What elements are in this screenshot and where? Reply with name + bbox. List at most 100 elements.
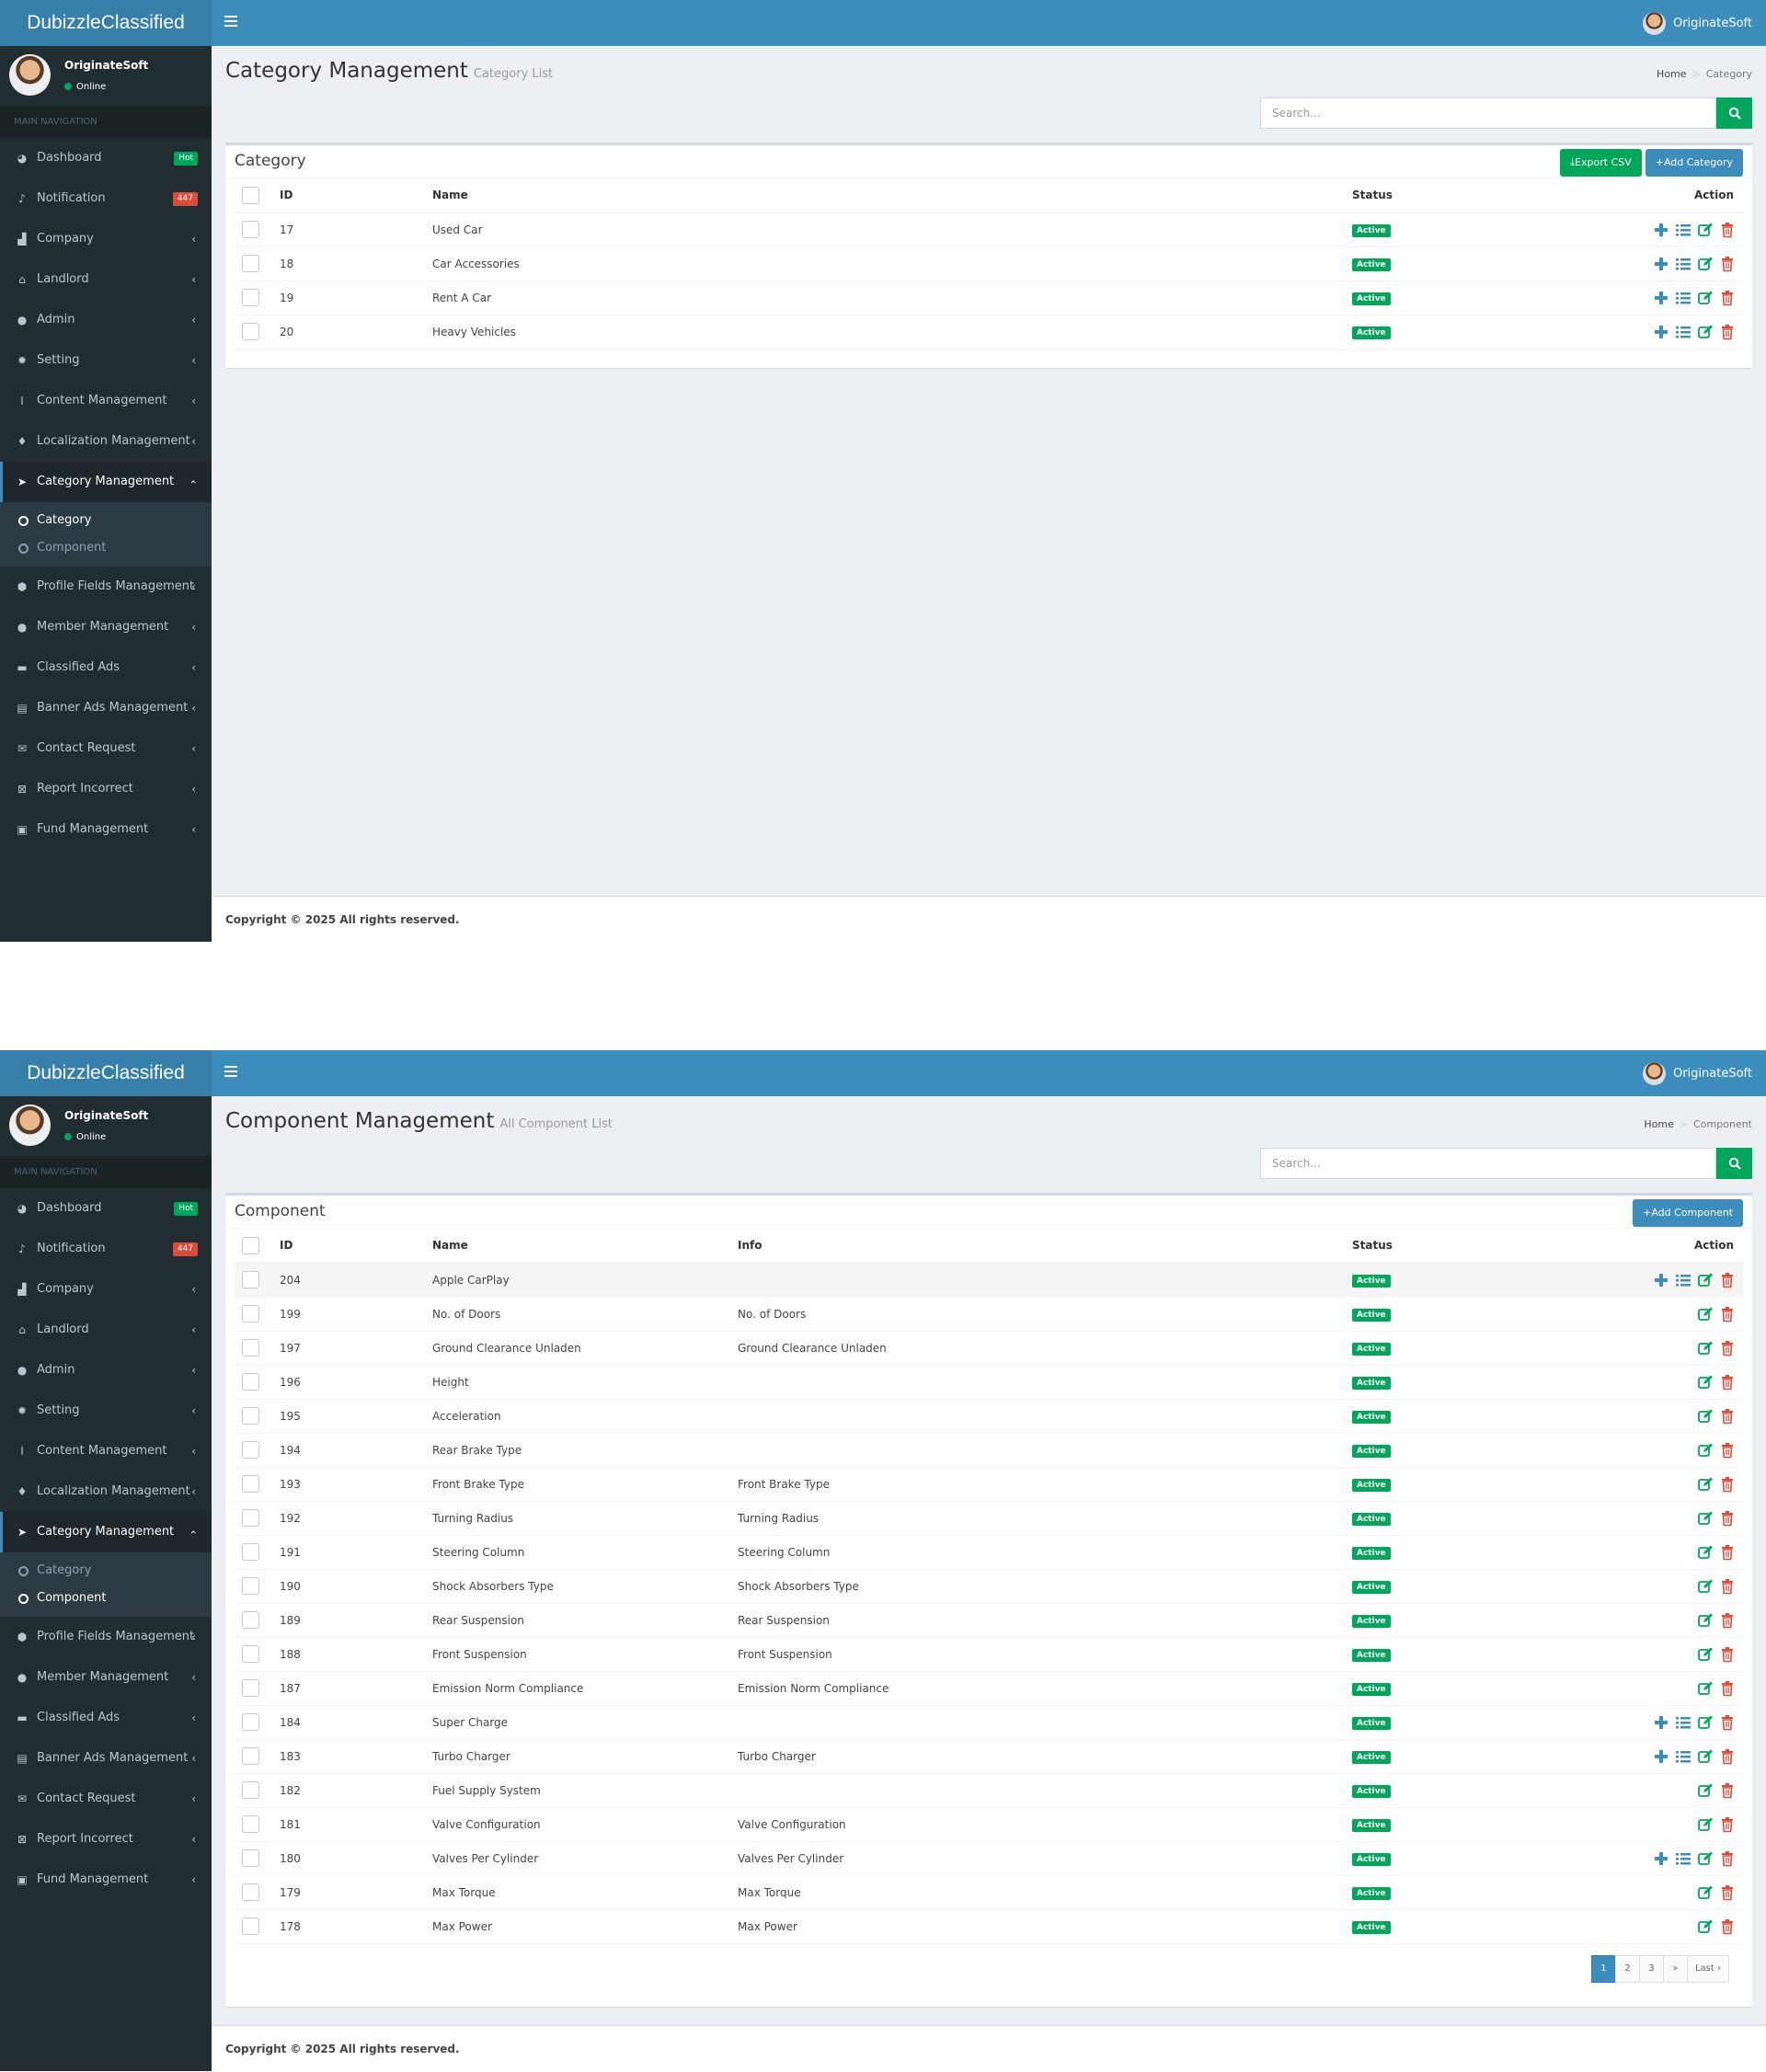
add-sub-button[interactable] [1653,1272,1669,1288]
delete-button[interactable] [1719,290,1736,306]
row-checkbox[interactable] [242,1543,259,1561]
delete-button[interactable] [1719,1646,1736,1663]
add-sub-button[interactable] [1653,222,1669,238]
edit-button[interactable] [1697,1476,1714,1493]
edit-button[interactable] [1697,1510,1714,1527]
add-component-button[interactable]: +Add Component [1633,1199,1743,1227]
row-checkbox[interactable] [242,1339,259,1357]
edit-button[interactable] [1697,1612,1714,1629]
search-input[interactable] [1260,1148,1716,1179]
edit-button[interactable] [1697,1408,1714,1425]
sidebar-item-content[interactable]: Ⅰ Content Management ‹ [0,381,212,421]
row-checkbox[interactable] [242,221,259,239]
edit-button[interactable] [1697,1578,1714,1595]
edit-button[interactable] [1697,222,1714,238]
column-header-info[interactable]: Info [738,1229,1352,1264]
sidebar-item-classified[interactable]: ▬ Classified Ads ‹ [0,1698,212,1738]
edit-button[interactable] [1697,1340,1714,1357]
delete-button[interactable] [1719,1510,1736,1527]
add-category-button[interactable]: +Add Category [1645,149,1743,177]
sidebar-item-fund[interactable]: ▣ Fund Management ‹ [0,809,212,850]
add-sub-button[interactable] [1653,1850,1669,1867]
list-button[interactable] [1675,1850,1691,1867]
sidebar-item-admin[interactable]: ● Admin ‹ [0,1350,212,1391]
row-checkbox[interactable] [242,1441,259,1459]
column-header-name[interactable]: Name [432,178,1352,213]
search-input[interactable] [1260,97,1716,129]
row-checkbox[interactable] [242,289,259,306]
search-button[interactable] [1716,1148,1752,1179]
delete-button[interactable] [1719,1816,1736,1833]
page-link[interactable]: 3 [1638,1954,1664,1983]
sidebar-item-landlord[interactable]: ⌂ Landlord ‹ [0,1310,212,1350]
column-header-id[interactable]: ID [280,1229,432,1264]
sidebar-item-dashboard[interactable]: ◕ Dashboard Hot [0,1188,212,1229]
edit-button[interactable] [1697,1306,1714,1322]
sidebar-item-banner[interactable]: ▤ Banner Ads Management ‹ [0,1738,212,1779]
delete-button[interactable] [1719,1884,1736,1901]
row-checkbox[interactable] [242,1271,259,1289]
edit-button[interactable] [1697,256,1714,272]
row-checkbox[interactable] [242,1917,259,1935]
sidebar-item-fund[interactable]: ▣ Fund Management ‹ [0,1860,212,1900]
sidebar-subitem-component[interactable]: Component [0,534,212,562]
sidebar-item-contact[interactable]: ✉ Contact Request ‹ [0,728,212,769]
sidebar-item-setting[interactable]: ✹ Setting ‹ [0,1391,212,1431]
add-sub-button[interactable] [1653,1748,1669,1765]
sidebar-item-content[interactable]: Ⅰ Content Management ‹ [0,1431,212,1471]
list-button[interactable] [1675,290,1691,306]
delete-button[interactable] [1719,1612,1736,1629]
list-button[interactable] [1675,222,1691,238]
row-checkbox[interactable] [242,255,259,272]
edit-button[interactable] [1697,1884,1714,1901]
sidebar-item-banner[interactable]: ▤ Banner Ads Management ‹ [0,688,212,728]
sidebar-item-setting[interactable]: ✹ Setting ‹ [0,340,212,381]
edit-button[interactable] [1697,1850,1714,1867]
sidebar-item-member[interactable]: ● Member Management ‹ [0,1657,212,1698]
row-checkbox[interactable] [242,1509,259,1527]
column-header-status[interactable]: Status [1352,178,1573,213]
edit-button[interactable] [1697,1816,1714,1833]
page-link[interactable]: 1 [1590,1954,1616,1983]
top-user-menu[interactable]: OriginateSoft [1642,11,1752,35]
list-button[interactable] [1675,256,1691,272]
edit-button[interactable] [1697,1544,1714,1561]
sidebar-item-contact[interactable]: ✉ Contact Request ‹ [0,1779,212,1819]
delete-button[interactable] [1719,1918,1736,1935]
add-sub-button[interactable] [1653,256,1669,272]
delete-button[interactable] [1719,1578,1736,1595]
row-checkbox[interactable] [242,1849,259,1867]
row-checkbox[interactable] [242,1883,259,1901]
sidebar-item-notification[interactable]: ♪ Notification 447 [0,178,212,219]
column-header-id[interactable]: ID [280,178,432,213]
delete-button[interactable] [1719,1374,1736,1391]
delete-button[interactable] [1719,1306,1736,1322]
hamburger-icon[interactable] [224,16,237,30]
edit-button[interactable] [1697,1748,1714,1765]
select-all-checkbox[interactable] [242,186,259,204]
edit-button[interactable] [1697,1680,1714,1697]
sidebar-item-member[interactable]: ● Member Management ‹ [0,607,212,647]
row-checkbox[interactable] [242,1781,259,1799]
page-link[interactable]: Last › [1686,1954,1729,1983]
row-checkbox[interactable] [242,1713,259,1731]
sidebar-item-category-management[interactable]: ➤ Category Management ‹ [0,1512,212,1552]
app-logo[interactable]: DubizzleClassified [0,1050,212,1096]
delete-button[interactable] [1719,1408,1736,1425]
list-button[interactable] [1675,1714,1691,1731]
edit-button[interactable] [1697,1442,1714,1459]
sidebar-subitem-component[interactable]: Component [0,1585,212,1612]
list-button[interactable] [1675,1748,1691,1765]
sidebar-item-dashboard[interactable]: ◕ Dashboard Hot [0,138,212,178]
sidebar-item-report[interactable]: ⊠ Report Incorrect ‹ [0,1819,212,1860]
edit-button[interactable] [1697,1918,1714,1935]
delete-button[interactable] [1719,1850,1736,1867]
page-link[interactable]: » [1662,1954,1688,1983]
row-checkbox[interactable] [242,323,259,340]
delete-button[interactable] [1719,1340,1736,1357]
row-checkbox[interactable] [242,1611,259,1629]
row-checkbox[interactable] [242,1679,259,1697]
sidebar-item-profile-fields[interactable]: ⬢ Profile Fields Management ‹ [0,567,212,607]
sidebar-item-company[interactable]: ▟ Company ‹ [0,219,212,259]
row-checkbox[interactable] [242,1645,259,1663]
